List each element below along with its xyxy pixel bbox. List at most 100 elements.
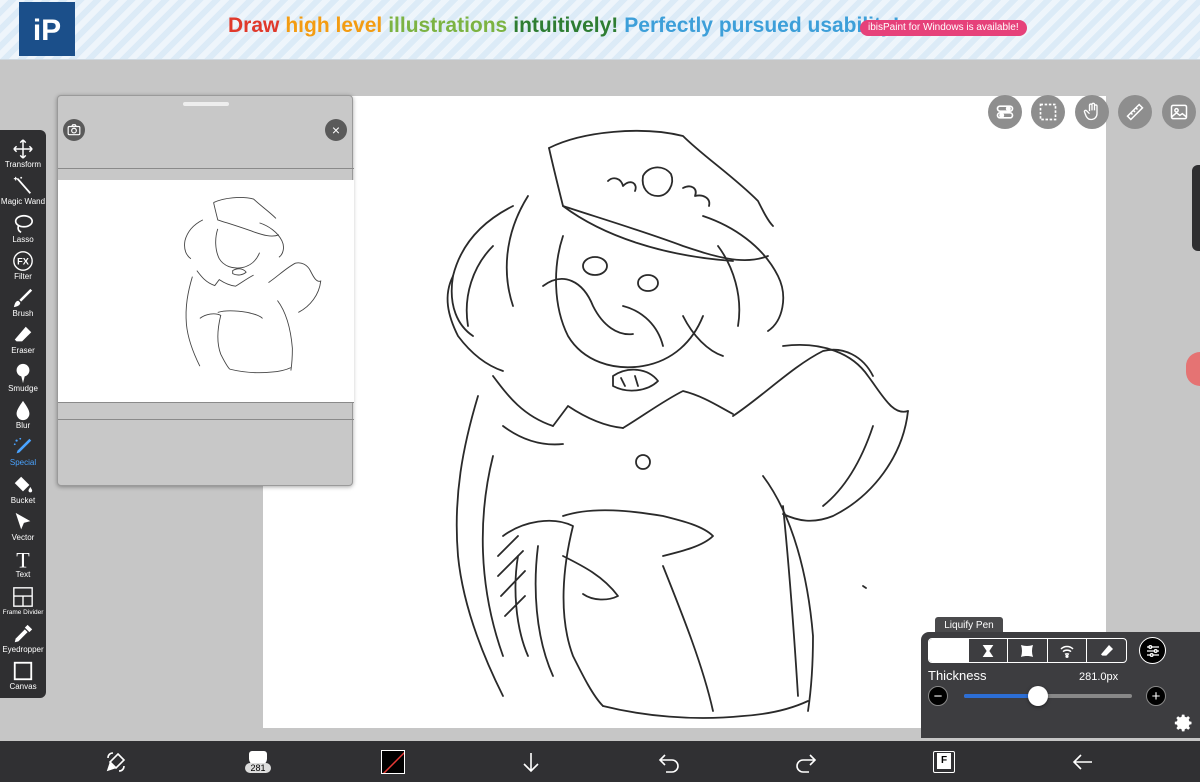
thickness-minus-button[interactable]: −: [928, 686, 948, 706]
lasso-icon: [14, 214, 33, 233]
thickness-label: Thickness: [928, 668, 987, 683]
tool-label: Eraser: [11, 346, 35, 356]
push-icon: [945, 644, 952, 657]
fx-icon: FX: [13, 251, 33, 271]
thickness-slider[interactable]: [964, 686, 1132, 706]
pinch-icon: [982, 644, 994, 657]
ruler-button[interactable]: [1118, 95, 1152, 129]
tool-label: Text: [15, 570, 31, 580]
side-floating-button[interactable]: [1186, 352, 1200, 386]
camera-button[interactable]: [63, 119, 85, 141]
back-button[interactable]: [1070, 741, 1096, 782]
layer-toggle-button[interactable]: [988, 95, 1022, 129]
liquify-mode-group: [928, 638, 1127, 663]
liquify-settings-button[interactable]: [1139, 637, 1166, 664]
redo-icon: [796, 753, 817, 773]
slash-icon: [382, 751, 404, 773]
promo-badge[interactable]: ibisPaint for Windows is available!: [860, 20, 1027, 36]
thickness-slider-fill: [964, 694, 1038, 698]
tool-filter[interactable]: FX Filter: [0, 250, 46, 287]
hand-button[interactable]: [1075, 95, 1109, 129]
selection-button[interactable]: [1031, 95, 1065, 129]
camera-icon: [67, 124, 81, 136]
text-icon: T: [16, 548, 30, 570]
hand-icon: [1083, 102, 1098, 121]
layer-thumbnail[interactable]: [58, 180, 354, 402]
liquify-mode-push[interactable]: [929, 639, 969, 662]
reference-image-button[interactable]: [1162, 95, 1196, 129]
brush-size-icon: 281: [245, 749, 271, 775]
tool-blur[interactable]: Blur: [0, 399, 46, 436]
layer-toggle-icon: [996, 105, 1014, 119]
layer-glyph: F: [937, 752, 951, 769]
thickness-slider-knob[interactable]: [1027, 686, 1048, 706]
layers-button[interactable]: F: [930, 741, 958, 782]
sliders-icon: [1146, 644, 1159, 657]
download-button[interactable]: [518, 741, 544, 782]
panel-drag-handle[interactable]: [183, 102, 229, 106]
tool-label: Bucket: [10, 495, 36, 505]
liquify-mode-restore[interactable]: [1087, 639, 1126, 662]
slogan-part: intuitively!: [513, 14, 619, 37]
liquify-mode-swirl[interactable]: [1048, 639, 1088, 662]
tool-brush[interactable]: Brush: [0, 287, 46, 324]
tool-eraser[interactable]: Eraser: [0, 324, 46, 361]
tool-transform[interactable]: Transform: [0, 138, 46, 175]
swirl-icon: [1060, 645, 1074, 658]
ad-banner[interactable]: iP Draw high level illustrations intuitivel…: [0, 0, 1200, 60]
liquify-mode-expand[interactable]: [1008, 639, 1048, 662]
liquify-mode-pinch[interactable]: [969, 639, 1009, 662]
undo-button[interactable]: [656, 741, 682, 782]
close-icon[interactable]: ×: [325, 119, 347, 141]
brush-size-button[interactable]: 281: [243, 741, 273, 782]
tool-label: Transform: [4, 160, 42, 169]
side-panel-tab[interactable]: [1192, 165, 1200, 251]
move-arrows-icon: [13, 139, 33, 159]
ruler-icon: [1126, 103, 1144, 121]
layers-icon: F: [933, 750, 955, 773]
slogan-part: illustrations: [388, 14, 508, 37]
tool-eyedropper[interactable]: Eyedropper: [0, 623, 46, 660]
thickness-value: 281.0px: [1079, 671, 1119, 683]
tool-canvas[interactable]: Canvas: [0, 660, 46, 697]
logo-letters: iP: [32, 14, 62, 47]
slogan-part: Draw: [228, 14, 280, 37]
slogan-part: high level: [285, 14, 383, 37]
divider: [58, 402, 354, 403]
tool-label: Vector: [11, 532, 35, 542]
tool-text[interactable]: T Text: [0, 548, 46, 585]
tool-label: Frame Divider: [2, 608, 44, 616]
tool-lasso[interactable]: Lasso: [0, 213, 46, 250]
tool-frame-divider[interactable]: Frame Divider: [0, 586, 46, 623]
frame-divider-icon: [13, 586, 33, 607]
tool-vector[interactable]: Vector: [0, 511, 46, 548]
svg-text:T: T: [16, 548, 30, 570]
bottom-toolbar: 281 F: [0, 741, 1200, 782]
smudge-icon: [16, 363, 30, 383]
undo-icon: [658, 753, 679, 773]
tool-bucket[interactable]: Bucket: [0, 474, 46, 511]
eraser-icon: [14, 327, 32, 342]
color-button[interactable]: [379, 741, 407, 782]
tool-label: Brush: [12, 309, 34, 319]
liquify-panel: Thickness 281.0px − +: [921, 632, 1200, 738]
tool-smudge[interactable]: Smudge: [0, 362, 46, 399]
redo-button[interactable]: [793, 741, 819, 782]
thickness-plus-button[interactable]: +: [1146, 686, 1166, 706]
bucket-icon: [14, 476, 33, 493]
tool-label: Filter: [14, 271, 32, 281]
eyedropper-icon: [14, 624, 33, 643]
restore-icon: [1100, 644, 1113, 656]
magic-wand-icon: [13, 177, 32, 195]
pen-eraser-swap-icon: [106, 751, 126, 772]
banner-slogan: Draw high level illustrations intuitively! P…: [228, 14, 906, 38]
expand-icon: [1021, 644, 1034, 657]
gear-icon[interactable]: [1174, 713, 1194, 733]
thumbnail-sketch: [184, 197, 322, 374]
quick-tool-button[interactable]: [100, 741, 132, 782]
blur-drop-icon: [16, 400, 30, 421]
tool-special[interactable]: Special: [0, 436, 46, 473]
special-pen-icon: [13, 438, 32, 454]
canvas-icon: [13, 661, 33, 681]
tool-magic-wand[interactable]: Magic Wand: [0, 175, 46, 212]
